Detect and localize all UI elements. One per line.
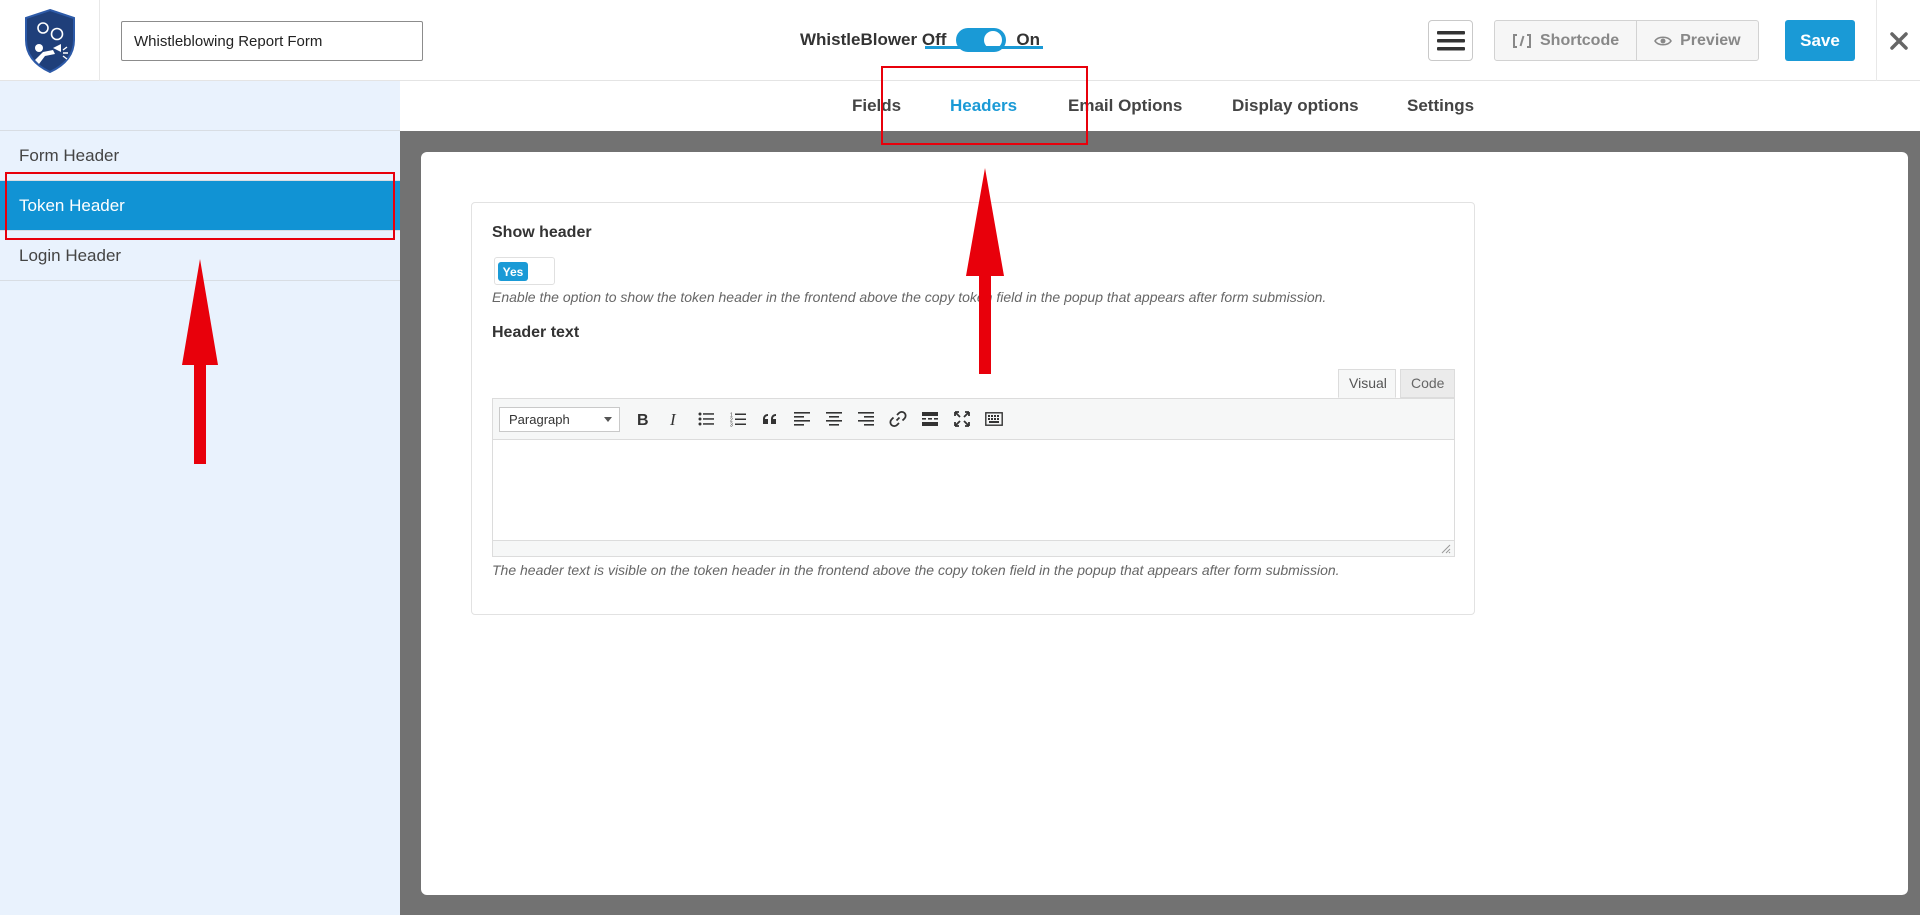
- blockquote-button[interactable]: [754, 403, 786, 435]
- close-icon: [1889, 31, 1908, 50]
- save-button[interactable]: Save: [1785, 20, 1855, 61]
- settings-tabs: Fields Headers Email Options Display opt…: [400, 81, 1920, 131]
- preview-label: Preview: [1680, 31, 1741, 49]
- tab-settings[interactable]: Settings: [1407, 81, 1474, 131]
- insert-link-button[interactable]: [882, 403, 914, 435]
- read-more-button[interactable]: [914, 403, 946, 435]
- shortcode-icon: [1513, 33, 1531, 48]
- show-header-toggle-value: Yes: [498, 262, 528, 281]
- align-right-icon: [858, 412, 874, 426]
- editor-tab-code[interactable]: Code: [1400, 369, 1455, 398]
- fullscreen-icon: [954, 411, 970, 427]
- editor-resize-strip: [492, 541, 1455, 557]
- annotation-box-token-header: [5, 172, 395, 240]
- active-tab-indicator: [925, 46, 1043, 49]
- chevron-down-icon: [604, 416, 612, 422]
- bullet-list-icon: [698, 412, 714, 426]
- link-icon: [889, 410, 907, 428]
- svg-text:B: B: [637, 412, 649, 427]
- numbered-list-icon: 1 2 3: [730, 412, 746, 427]
- eye-icon: [1654, 35, 1673, 46]
- align-center-button[interactable]: [818, 403, 850, 435]
- svg-text:3: 3: [730, 422, 733, 427]
- shortcode-button[interactable]: Shortcode: [1495, 21, 1636, 60]
- close-button[interactable]: [1876, 0, 1920, 81]
- annotation-arrow-up-icon: [182, 259, 218, 464]
- toolbar-toggle-button[interactable]: [978, 403, 1010, 435]
- resize-handle-icon: [1441, 544, 1451, 554]
- align-right-button[interactable]: [850, 403, 882, 435]
- header-text-label: Header text: [492, 324, 580, 341]
- fullscreen-button[interactable]: [946, 403, 978, 435]
- numbered-list-button[interactable]: 1 2 3: [722, 403, 754, 435]
- annotation-box-headers-tab: [881, 66, 1088, 145]
- app-logo: [0, 0, 100, 81]
- read-more-icon: [922, 412, 938, 426]
- shortcode-label: Shortcode: [1540, 31, 1620, 49]
- format-select[interactable]: Paragraph: [499, 406, 620, 432]
- svg-text:I: I: [669, 411, 677, 427]
- show-header-help: Enable the option to show the token head…: [492, 289, 1327, 305]
- hamburger-icon: [1436, 30, 1465, 50]
- format-select-value: Paragraph: [509, 411, 570, 427]
- hamburger-menu-button[interactable]: [1428, 20, 1473, 61]
- show-header-toggle[interactable]: Yes: [494, 257, 555, 285]
- editor-tab-visual[interactable]: Visual: [1338, 369, 1396, 398]
- align-center-icon: [826, 412, 842, 426]
- bold-button[interactable]: B: [626, 403, 658, 435]
- bullet-list-button[interactable]: [690, 403, 722, 435]
- bold-icon: B: [637, 412, 649, 427]
- tab-display-options[interactable]: Display options: [1232, 81, 1359, 131]
- italic-icon: I: [669, 411, 677, 427]
- show-header-label: Show header: [492, 224, 592, 241]
- annotation-arrow-up-icon: [966, 168, 1004, 374]
- header-text-help: The header text is visible on the token …: [492, 562, 1340, 578]
- shield-logo-icon: [24, 8, 75, 73]
- italic-button[interactable]: I: [658, 403, 690, 435]
- preview-button[interactable]: Preview: [1636, 21, 1757, 60]
- blockquote-icon: [763, 414, 776, 424]
- keyboard-icon: [985, 412, 1003, 426]
- shortcode-preview-group: Shortcode Preview: [1494, 20, 1759, 61]
- align-left-icon: [794, 412, 810, 426]
- align-left-button[interactable]: [786, 403, 818, 435]
- form-title-input[interactable]: [121, 21, 423, 61]
- header-text-editor[interactable]: [492, 440, 1455, 541]
- editor-toolbar: Paragraph B I 1 2 3: [492, 398, 1455, 440]
